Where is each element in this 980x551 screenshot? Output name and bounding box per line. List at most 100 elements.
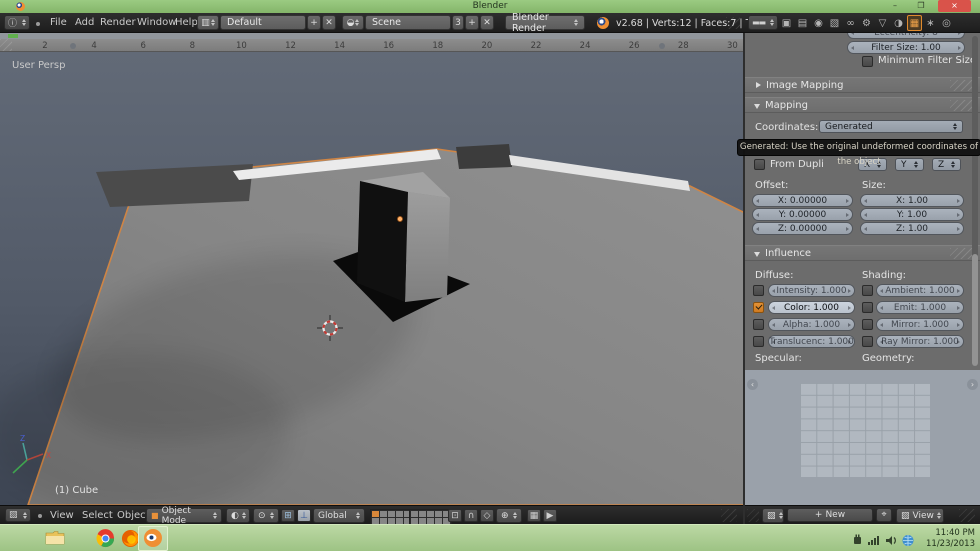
- delete-scene-button[interactable]: ✕: [480, 15, 494, 30]
- panel-header-influence[interactable]: Influence: [745, 245, 980, 261]
- screen-layout-icon[interactable]: ▥: [197, 15, 219, 30]
- add-layout-button[interactable]: +: [307, 15, 321, 30]
- timeline-ruler[interactable]: 2 4 6 8 10 12 14 16 18 20 22 24 26 28 30: [0, 39, 745, 52]
- size-x-field[interactable]: X: 1.00: [860, 194, 964, 207]
- menu-select[interactable]: Select: [82, 510, 113, 521]
- scroll-right-icon[interactable]: ›: [967, 379, 978, 390]
- transform-orientation-selector[interactable]: Global: [313, 508, 365, 523]
- scroller-dot-right[interactable]: [659, 43, 665, 49]
- viewport-shading-selector[interactable]: ◐: [226, 508, 250, 523]
- particles-properties-tab[interactable]: ∗: [923, 15, 938, 31]
- transform-orientation-icon[interactable]: ⊥: [297, 509, 311, 522]
- add-scene-button[interactable]: +: [465, 15, 479, 30]
- layer-cell[interactable]: [388, 511, 395, 517]
- diffuse-translucency-slider[interactable]: Translucenc: 1.000: [768, 335, 855, 348]
- eccentricity-field[interactable]: Eccentricity: 8: [847, 33, 965, 39]
- diffuse-color-slider[interactable]: Color: 1.000: [768, 301, 855, 314]
- shading-raymirror-checkbox[interactable]: [862, 336, 873, 347]
- screen-layout-field[interactable]: Default: [220, 15, 306, 30]
- image-editor-region[interactable]: ‹ ›: [745, 370, 980, 505]
- render-engine-field[interactable]: Blender Render: [505, 12, 585, 34]
- size-y-field[interactable]: Y: 1.00: [860, 208, 964, 221]
- layer-cell[interactable]: [396, 511, 403, 517]
- editor-type-selector-properties[interactable]: ▬▬: [748, 15, 779, 30]
- diffuse-intensity-slider[interactable]: Intensity: 1.000: [768, 284, 855, 297]
- menu-window[interactable]: Window: [137, 17, 176, 28]
- restore-button[interactable]: ❐: [914, 1, 928, 10]
- region-corner-hatch[interactable]: [959, 509, 975, 522]
- modifiers-properties-tab[interactable]: ⚙: [859, 15, 874, 31]
- minimum-filter-size-checkbox[interactable]: [862, 56, 873, 67]
- region-corner-hatch[interactable]: [726, 17, 740, 29]
- 3d-viewport[interactable]: Z X User Persp (1) Cube: [0, 52, 746, 512]
- shading-raymirror-slider[interactable]: Ray Mirror: 1.000: [876, 335, 964, 348]
- pin-toggle[interactable]: ⌖: [876, 508, 892, 522]
- snap-magnet-icon[interactable]: ∩: [464, 509, 478, 522]
- layer-cell[interactable]: [411, 511, 418, 517]
- pivot-point-selector[interactable]: ⊙: [253, 508, 279, 523]
- scene-properties-tab[interactable]: ▤: [795, 15, 810, 31]
- layer-cell[interactable]: [419, 511, 426, 517]
- object-data-properties-tab[interactable]: ▽: [875, 15, 890, 31]
- panel-header-mapping[interactable]: Mapping: [745, 97, 980, 113]
- editor-type-selector-3d[interactable]: ▧: [5, 508, 31, 522]
- shading-mirror-checkbox[interactable]: [862, 319, 873, 330]
- view-menu[interactable]: ▨ View: [896, 508, 944, 523]
- editor-type-selector-image[interactable]: ▨: [762, 508, 784, 523]
- shading-ambient-slider[interactable]: Ambient: 1.000: [876, 284, 964, 297]
- mode-selector[interactable]: ■ Object Mode: [146, 506, 222, 526]
- chrome-icon[interactable]: [94, 528, 116, 548]
- collapse-menu-dot-icon[interactable]: [38, 514, 42, 518]
- menu-object[interactable]: Object: [117, 510, 150, 521]
- texture-properties-tab[interactable]: ▦: [907, 15, 922, 31]
- scene-field[interactable]: Scene: [365, 15, 451, 30]
- offset-y-field[interactable]: Y: 0.00000: [752, 208, 853, 221]
- collapse-menu-dot-icon[interactable]: [36, 22, 40, 26]
- scroll-left-icon[interactable]: ‹: [747, 379, 758, 390]
- menu-view[interactable]: View: [50, 510, 74, 521]
- shading-emit-checkbox[interactable]: [862, 302, 873, 313]
- world-properties-tab[interactable]: ◉: [811, 15, 826, 31]
- taskbar-clock[interactable]: 11:40 PM 11/23/2013: [926, 528, 975, 549]
- axis-y-dropdown[interactable]: Y: [895, 158, 924, 171]
- region-corner-hatch[interactable]: [0, 39, 12, 51]
- manipulator-toggle[interactable]: ⊞: [281, 509, 295, 522]
- blender-taskbar-icon[interactable]: [142, 528, 164, 548]
- diffuse-alpha-checkbox[interactable]: [753, 319, 764, 330]
- menu-render[interactable]: Render: [100, 17, 136, 28]
- current-frame-indicator[interactable]: [8, 34, 18, 38]
- diffuse-color-checkbox[interactable]: [753, 302, 764, 313]
- wall-dark-right[interactable]: [456, 144, 512, 169]
- diffuse-translucency-checkbox[interactable]: [753, 336, 764, 347]
- cube-right-face[interactable]: [405, 192, 450, 302]
- layer-cell[interactable]: [427, 511, 434, 517]
- filter-size-field[interactable]: Filter Size: 1.00: [847, 41, 965, 54]
- axis-z-dropdown[interactable]: Z: [932, 158, 961, 171]
- diffuse-intensity-checkbox[interactable]: [753, 285, 764, 296]
- region-corner-hatch[interactable]: [747, 509, 759, 522]
- size-z-field[interactable]: Z: 1.00: [860, 222, 964, 235]
- snap-element-icon[interactable]: ◇: [480, 509, 494, 522]
- constraints-properties-tab[interactable]: ∞: [843, 15, 858, 31]
- render-animation-button[interactable]: ▶: [543, 509, 557, 522]
- panel-header-image-mapping[interactable]: Image Mapping: [745, 77, 980, 93]
- shading-mirror-slider[interactable]: Mirror: 1.000: [876, 318, 964, 331]
- scene-selector-icon[interactable]: ◒: [342, 15, 364, 30]
- cube-front-face[interactable]: [357, 181, 408, 302]
- new-image-button[interactable]: + New: [787, 508, 873, 522]
- scene-users-count[interactable]: 3: [452, 15, 464, 30]
- coordinates-dropdown[interactable]: Generated: [819, 120, 963, 133]
- close-button[interactable]: ×: [938, 0, 971, 12]
- scrollbar-thumb[interactable]: [972, 254, 978, 366]
- lock-to-scene-icon[interactable]: ⊡: [448, 509, 462, 522]
- from-dupli-checkbox[interactable]: [754, 159, 765, 170]
- menu-file[interactable]: File: [50, 17, 67, 28]
- render-properties-tab[interactable]: ▣: [779, 15, 794, 31]
- region-divider[interactable]: [743, 33, 745, 524]
- properties-scrollbar[interactable]: [972, 36, 978, 366]
- physics-properties-tab[interactable]: ◎: [939, 15, 954, 31]
- minimize-button[interactable]: –: [888, 1, 902, 10]
- layer-cell[interactable]: [372, 511, 379, 517]
- offset-z-field[interactable]: Z: 0.00000: [752, 222, 853, 235]
- diffuse-alpha-slider[interactable]: Alpha: 1.000: [768, 318, 855, 331]
